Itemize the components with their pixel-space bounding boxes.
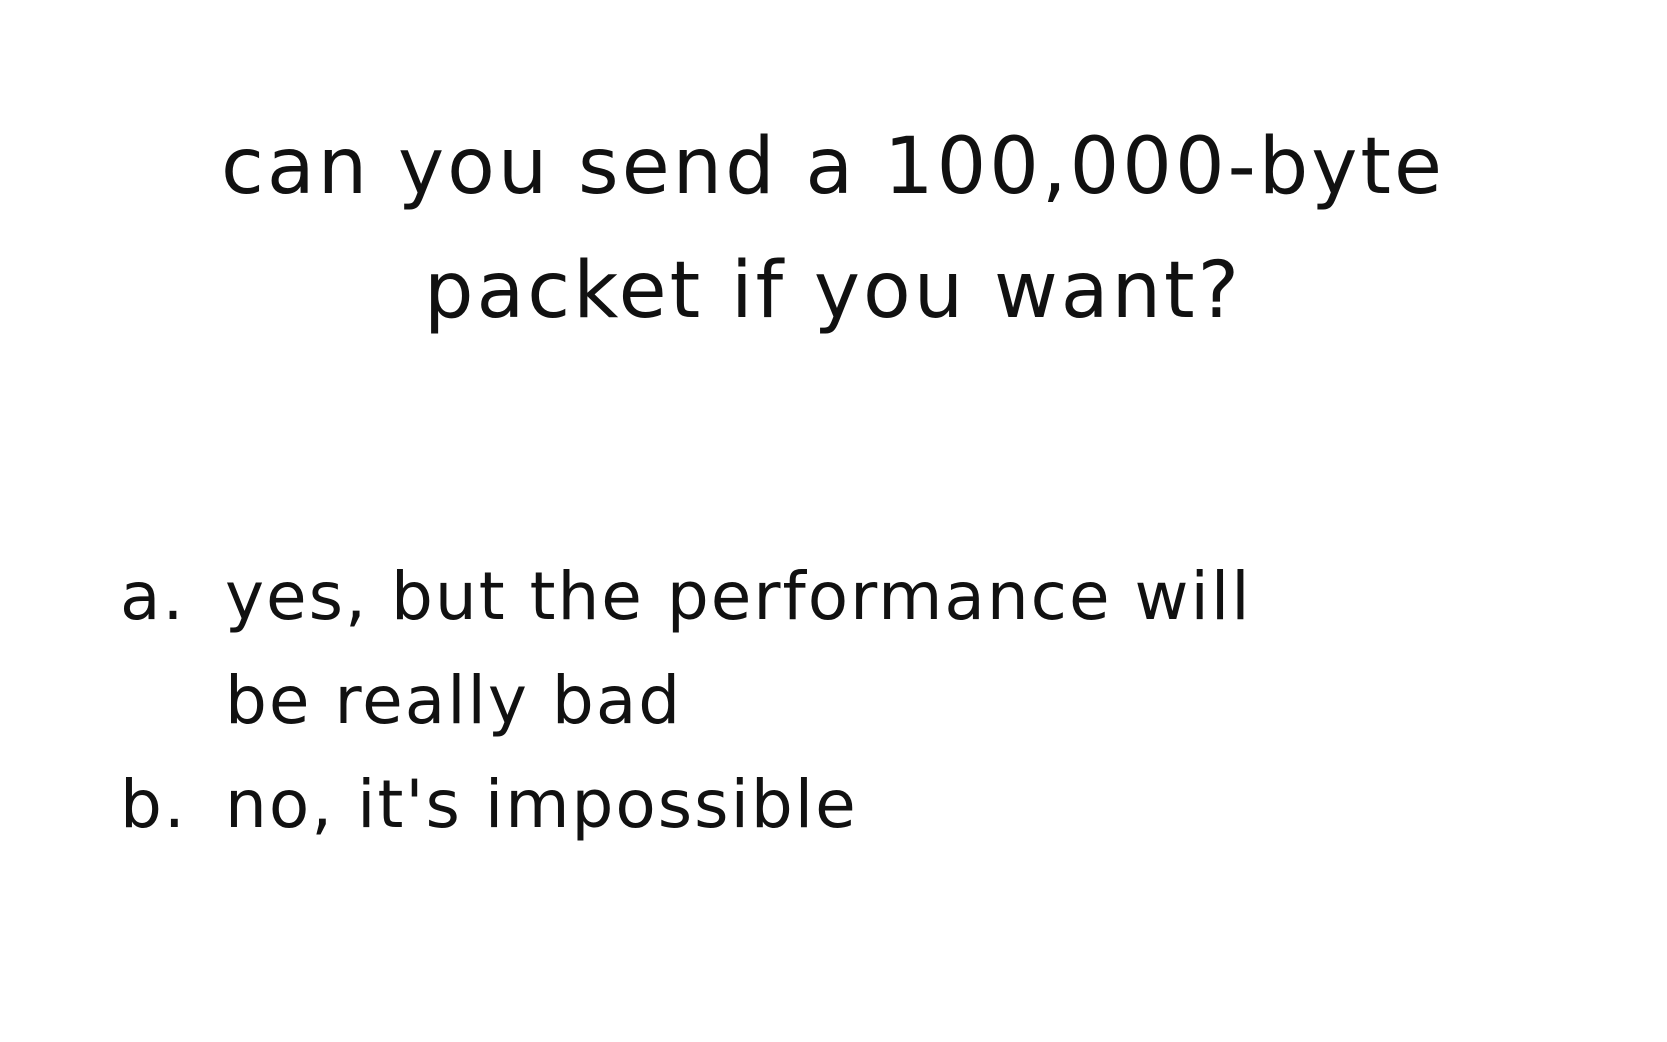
answer-option-a[interactable]: a. yes, but the performance will be real… <box>120 545 1600 753</box>
option-a-line-1: yes, but the performance will <box>225 558 1252 635</box>
option-a-line-2: be really bad <box>225 662 683 739</box>
option-marker-a: a. <box>120 558 186 635</box>
option-text-a: yes, but the performance will be really … <box>225 545 1600 753</box>
question-line-2: packet if you want? <box>424 246 1242 336</box>
answer-options: a. yes, but the performance will be real… <box>120 545 1600 857</box>
answer-option-b[interactable]: b. no, it's impossible <box>120 753 1600 857</box>
option-text-b: no, it's impossible <box>225 753 1600 857</box>
option-marker-b: b. <box>120 766 187 843</box>
question-line-1: can you send a 100,000-byte <box>221 122 1445 212</box>
option-b-line-1: no, it's impossible <box>225 766 858 843</box>
question-title: can you send a 100,000-byte packet if yo… <box>83 105 1583 353</box>
